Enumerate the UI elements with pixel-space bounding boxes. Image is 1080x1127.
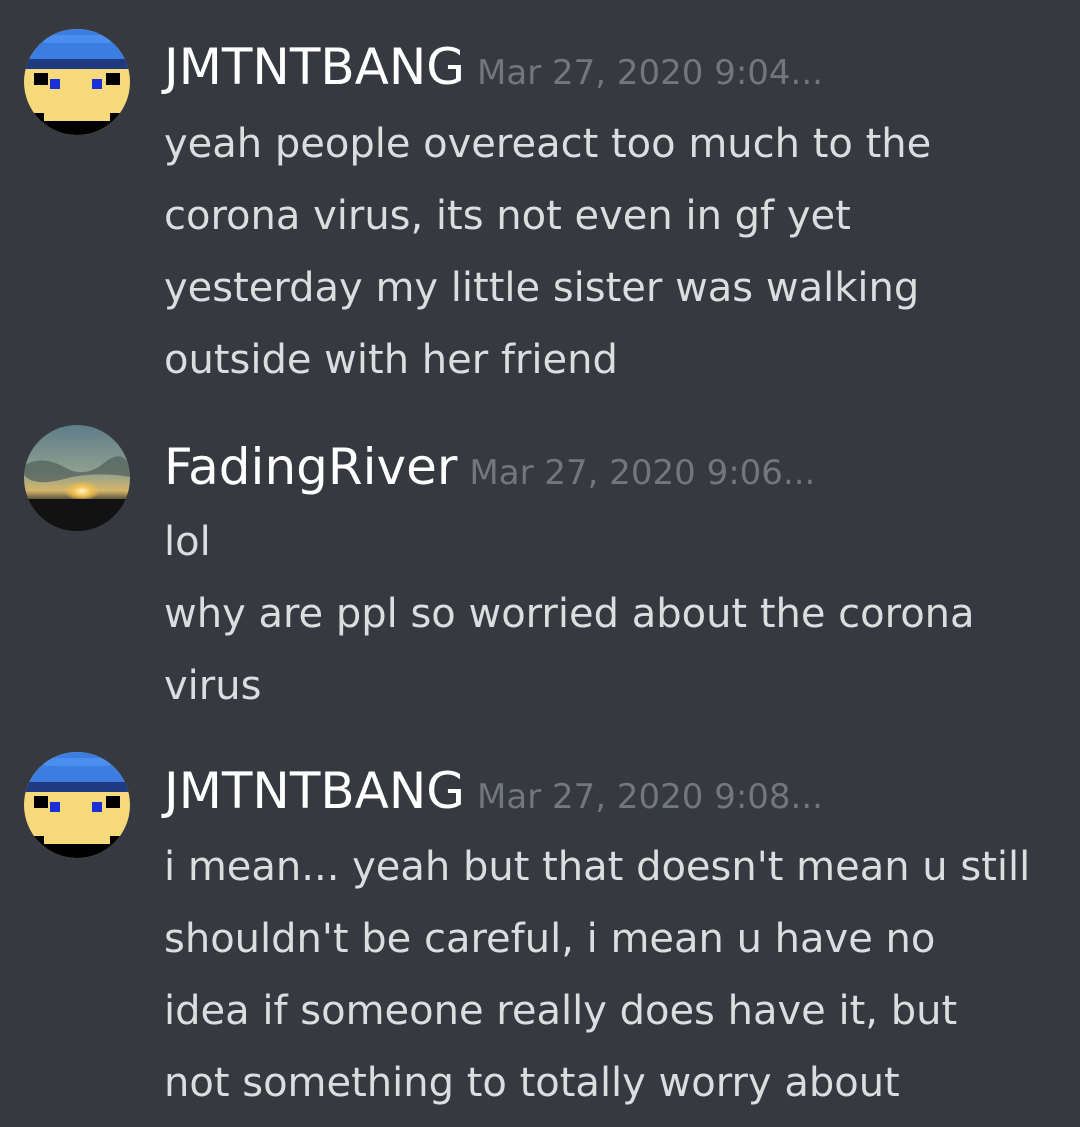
pixel-face-avatar-icon	[24, 752, 130, 858]
timestamp: Mar 27, 2020 9:08...	[477, 777, 823, 817]
message-line: i mean... yeah but that doesn't mean u s…	[164, 844, 1031, 890]
message-line: corona virus, its not even in gf yet	[164, 193, 851, 239]
username[interactable]: JMTNTBANG	[164, 38, 465, 96]
avatar[interactable]	[24, 425, 130, 531]
message-header: JMTNTBANG Mar 27, 2020 9:04...	[164, 38, 823, 96]
message-line: outside with her friend	[164, 337, 618, 383]
message-line: lol	[164, 519, 211, 565]
chat-screen: { "colors": { "background": "#36393f", "…	[0, 0, 1080, 1127]
message-line: yeah people overeact too much to the	[164, 121, 932, 167]
username[interactable]: FadingRiver	[164, 438, 457, 496]
pixel-face-avatar-icon	[24, 29, 130, 135]
message-line: shouldn't be careful, i mean u have no	[164, 916, 936, 962]
sunset-avatar-icon	[24, 425, 130, 531]
username[interactable]: JMTNTBANG	[164, 762, 465, 820]
message-line: why are ppl so worried about the corona	[164, 591, 975, 637]
message-header: JMTNTBANG Mar 27, 2020 9:08...	[164, 762, 823, 820]
timestamp: Mar 27, 2020 9:04...	[477, 53, 823, 93]
timestamp: Mar 27, 2020 9:06...	[469, 453, 816, 493]
avatar[interactable]	[24, 752, 130, 858]
message-header: FadingRiver Mar 27, 2020 9:06...	[164, 438, 815, 496]
message-line: not something to totally worry about	[164, 1060, 900, 1106]
avatar[interactable]	[24, 29, 130, 135]
message-line: virus	[164, 663, 262, 709]
message-line: idea if someone really does have it, but	[164, 988, 958, 1034]
message-line: yesterday my little sister was walking	[164, 265, 920, 311]
